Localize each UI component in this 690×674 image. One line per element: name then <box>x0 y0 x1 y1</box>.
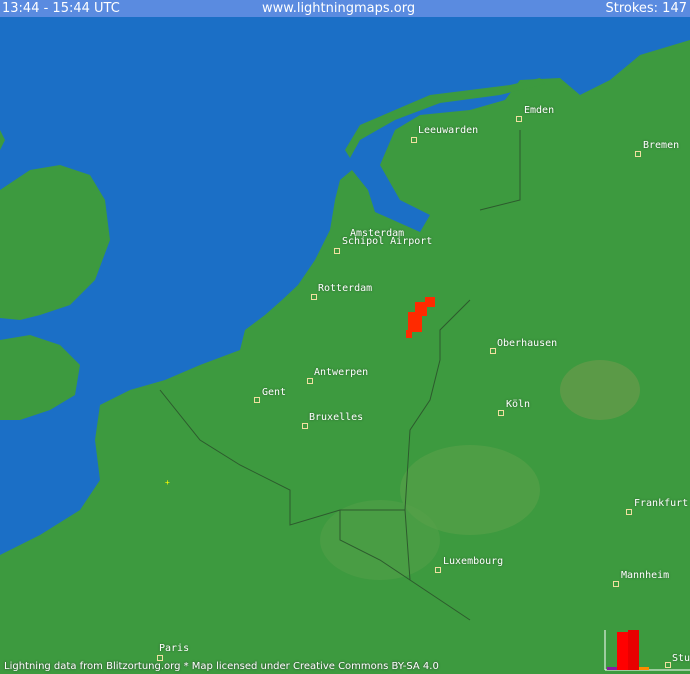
time-range: 13:44 - 15:44 UTC <box>2 1 120 16</box>
land-cornwall <box>0 130 5 150</box>
city-label: Bremen <box>643 140 680 151</box>
city-marker <box>516 116 522 122</box>
city-marker <box>254 397 260 403</box>
city-label: Oberhausen <box>497 338 558 349</box>
city-marker <box>490 348 496 354</box>
city-label: Frankfurt <box>634 498 689 509</box>
city-marker <box>665 662 671 668</box>
city-label: Luxembourg <box>443 556 504 567</box>
city-marker <box>435 567 441 573</box>
city-marker <box>498 410 504 416</box>
city-marker <box>626 509 632 515</box>
city-marker <box>302 423 308 429</box>
city-marker <box>307 378 313 384</box>
attribution: Lightning data from Blitzortung.org * Ma… <box>4 661 439 672</box>
svg-text:+: + <box>165 478 170 487</box>
city-label: Schipol Airport <box>342 236 433 247</box>
city-label: Stuttgart <box>672 653 690 664</box>
city-marker <box>411 137 417 143</box>
land-england <box>0 165 110 320</box>
stroke-count: Strokes: 147 <box>605 1 687 16</box>
city-label: Köln <box>506 399 531 410</box>
city-label: Gent <box>262 387 287 398</box>
city-marker <box>334 248 340 254</box>
city-marker <box>311 294 317 300</box>
city-label: Emden <box>524 105 555 116</box>
city-label: Antwerpen <box>314 367 369 378</box>
city-label: Rotterdam <box>318 283 373 294</box>
site-link[interactable]: www.lightningmaps.org <box>262 0 415 17</box>
lightning-map[interactable]: + 13:44 - 15:44 UTC www.lightningmaps.or… <box>0 0 690 674</box>
land-kent <box>0 335 80 420</box>
city-label: Mannheim <box>621 570 670 581</box>
city-marker <box>613 581 619 587</box>
header-bar: 13:44 - 15:44 UTC www.lightningmaps.org … <box>0 0 690 17</box>
city-label: Bruxelles <box>309 412 364 423</box>
land-continent <box>0 40 690 674</box>
city-label: Leeuwarden <box>418 125 479 136</box>
city-label: Paris <box>159 643 190 654</box>
city-marker <box>635 151 641 157</box>
map-terrain: + <box>0 40 690 674</box>
